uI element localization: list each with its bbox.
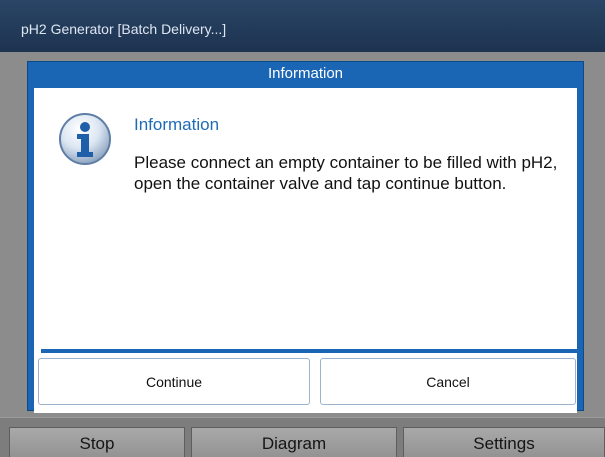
divider — [41, 349, 581, 353]
settings-tab[interactable]: Settings — [403, 427, 605, 457]
continue-button[interactable]: Continue — [38, 358, 310, 405]
diagram-tab[interactable]: Diagram — [191, 427, 397, 457]
stop-tab[interactable]: Stop — [9, 427, 185, 457]
message-title: Information — [134, 115, 220, 134]
information-dialog: Information Information Please connect a… — [27, 61, 584, 413]
window-title: pH2 Generator [Batch Delivery...] — [21, 21, 227, 37]
dialog-header: Information — [267, 65, 344, 82]
dialog-body: Information Please connect an empty cont… — [34, 88, 581, 413]
info-icon — [59, 113, 111, 165]
cancel-button[interactable]: Cancel — [320, 358, 576, 405]
title-bar: pH2 Generator [Batch Delivery...] — [0, 0, 605, 52]
bottom-tab-bar: Stop Diagram Settings — [0, 417, 605, 457]
message-text: Please connect an empty container to be … — [134, 153, 558, 193]
